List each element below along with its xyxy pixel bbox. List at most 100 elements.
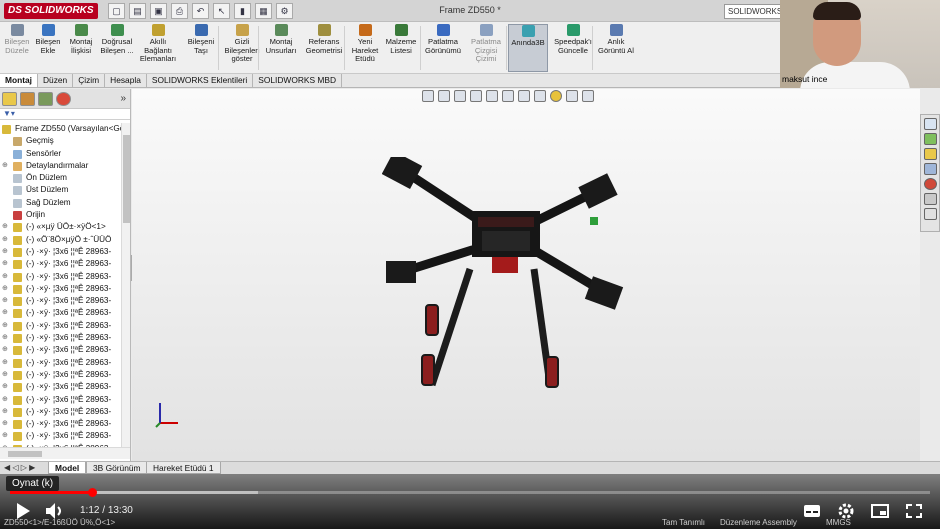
- ribbon-button-8[interactable]: Referans Geometrisi: [302, 24, 346, 72]
- edit-appearance-icon[interactable]: [550, 90, 562, 102]
- expand-node-icon[interactable]: ⊕: [2, 160, 8, 172]
- property-manager-tab-icon[interactable]: [20, 91, 35, 106]
- tree-node[interactable]: Orijin: [0, 209, 121, 221]
- tab-3b-g-r-n-m[interactable]: 3B Görünüm: [86, 462, 148, 474]
- hide-show-items-icon[interactable]: [534, 90, 546, 102]
- ribbon-button-0[interactable]: Bileşen Düzele: [2, 24, 32, 72]
- tree-node[interactable]: ⊕ (-) ·×ÿ· ¦3x6 ¦¦ªÊ 28963-: [0, 381, 121, 393]
- tree-node[interactable]: ⊕ (-) ·×ÿ· ¦3x6 ¦¦ªÊ 28963-: [0, 320, 121, 332]
- expand-node-icon[interactable]: ⊕: [2, 246, 8, 258]
- tree-node[interactable]: ⊕ (-) ·×ÿ· ¦3x6 ¦¦ªÊ 28963-: [0, 283, 121, 295]
- tree-node[interactable]: Sensörler: [0, 148, 121, 160]
- scrubber-handle[interactable]: [87, 488, 97, 497]
- tree-node[interactable]: ⊕ (-) ·×ÿ· ¦3x6 ¦¦ªÊ 28963-: [0, 307, 121, 319]
- play-button[interactable]: [12, 500, 34, 522]
- miniplayer-button[interactable]: [870, 502, 890, 520]
- display-manager-tab-icon[interactable]: [56, 91, 71, 106]
- tab-montaj[interactable]: Montaj: [0, 74, 38, 87]
- expand-panel-icon[interactable]: »: [120, 93, 126, 104]
- tree-node[interactable]: ⊕ (-) ·×ÿ· ¦3x6 ¦¦ªÊ 28963-: [0, 332, 121, 344]
- tree-node[interactable]: ⊕ (-) ·×ÿ· ¦3x6 ¦¦ªÊ 28963-: [0, 258, 121, 270]
- ribbon-button-9[interactable]: Yeni Hareket Etüdü: [349, 24, 381, 72]
- filter-icon[interactable]: ▼▾: [0, 109, 130, 120]
- expand-node-icon[interactable]: ⊕: [2, 295, 8, 307]
- feature-tree-tab-icon[interactable]: [2, 91, 17, 106]
- expand-node-icon[interactable]: ⊕: [2, 430, 8, 442]
- tab--izim[interactable]: Çizim: [73, 74, 106, 87]
- tree-node[interactable]: Ön Düzlem: [0, 172, 121, 184]
- volume-button[interactable]: [44, 500, 66, 522]
- tab-scroll-arrows-icon[interactable]: ◀ ◁ ▷ ▶: [4, 463, 35, 472]
- zoom-to-area-icon[interactable]: [438, 90, 450, 102]
- tree-vertical-scrollbar[interactable]: [121, 123, 130, 447]
- apply-scene-icon[interactable]: [566, 90, 578, 102]
- ribbon-button-14[interactable]: Speedpak'ı Güncelle: [551, 24, 595, 72]
- ribbon-button-1[interactable]: Bileşen Ekle: [33, 24, 63, 72]
- expand-node-icon[interactable]: ⊕: [2, 221, 8, 233]
- section-view-icon[interactable]: [470, 90, 482, 102]
- expand-node-icon[interactable]: ⊕: [2, 357, 8, 369]
- view-palette-icon[interactable]: [923, 163, 937, 175]
- tree-node[interactable]: ⊕ (-) ·×ÿ· ¦3x6 ¦¦ªÊ 28963-: [0, 369, 121, 381]
- tree-node[interactable]: Sağ Düzlem: [0, 197, 121, 209]
- design-library-icon[interactable]: [923, 133, 937, 145]
- custom-properties-icon[interactable]: [923, 193, 937, 205]
- tree-node[interactable]: ⊕ (-) ·×ÿ· ¦3x6 ¦¦ªÊ 28963-: [0, 271, 121, 283]
- tree-node[interactable]: ⊕ Detaylandırmalar: [0, 160, 121, 172]
- tree-node[interactable]: ⊕ (-) «×µÿ ÜÖ±·×ÿÖ<1>: [0, 221, 121, 233]
- expand-node-icon[interactable]: ⊕: [2, 394, 8, 406]
- appearances-icon[interactable]: [923, 178, 937, 190]
- expand-node-icon[interactable]: ⊕: [2, 406, 8, 418]
- graphics-area[interactable]: [132, 89, 920, 461]
- tree-node[interactable]: ⊕ (-) ·×ÿ· ¦3x6 ¦¦ªÊ 28963-: [0, 357, 121, 369]
- tab-solidworks-eklentileri[interactable]: SOLIDWORKS Eklentileri: [147, 74, 254, 87]
- tree-node[interactable]: ⊕ (-) ·×ÿ· ¦3x6 ¦¦ªÊ 28963-: [0, 406, 121, 418]
- ribbon-button-12[interactable]: Patlatma Çizgisi Çizimi: [466, 24, 506, 72]
- tree-node[interactable]: ⊕ (-) ·×ÿ· ¦3x6 ¦¦ªÊ 28963-: [0, 295, 121, 307]
- subtitles-button[interactable]: [802, 502, 822, 520]
- tree-node[interactable]: ⊕ (-) ·×ÿ· ¦3x6 ¦¦ªÊ 28963-: [0, 246, 121, 258]
- tab-model[interactable]: Model: [48, 462, 87, 474]
- tree-node[interactable]: ⊕ (-) ·×ÿ· ¦3x6 ¦¦ªÊ 28963-: [0, 430, 121, 442]
- video-progress-bar[interactable]: [10, 488, 930, 497]
- expand-node-icon[interactable]: ⊕: [2, 271, 8, 283]
- previous-view-icon[interactable]: [454, 90, 466, 102]
- ribbon-button-11[interactable]: Patlatma Görünümü: [422, 24, 464, 72]
- tree-node[interactable]: ⊕ (-) «Ö¨8Ö×µÿÖ ±·ˆÜÜÖ: [0, 234, 121, 246]
- tree-root-assembly[interactable]: Frame ZD550 (Varsayılan<Gö: [0, 123, 121, 135]
- expand-node-icon[interactable]: ⊕: [2, 283, 8, 295]
- expand-node-icon[interactable]: ⊕: [2, 381, 8, 393]
- tab-solidworks-mbd[interactable]: SOLIDWORKS MBD: [253, 74, 342, 87]
- expand-node-icon[interactable]: ⊕: [2, 258, 8, 270]
- configuration-tab-icon[interactable]: [38, 91, 53, 106]
- expand-node-icon[interactable]: ⊕: [2, 320, 8, 332]
- ribbon-button-6[interactable]: Gizli Bileşenleri göster: [224, 24, 260, 72]
- display-style-icon[interactable]: [518, 90, 530, 102]
- expand-node-icon[interactable]: ⊕: [2, 418, 8, 430]
- view-settings-icon[interactable]: [582, 90, 594, 102]
- drone-frame-model[interactable]: [382, 157, 642, 407]
- tree-node[interactable]: ⊕ (-) ·×ÿ· ¦3x6 ¦¦ªÊ 28963-: [0, 344, 121, 356]
- ribbon-button-7[interactable]: Montaj Unsurları: [262, 24, 300, 72]
- expand-node-icon[interactable]: ⊕: [2, 307, 8, 319]
- ribbon-button-13[interactable]: Anında3B: [508, 24, 548, 72]
- tree-node[interactable]: ⊕ (-) ·×ÿ· ¦3x6 ¦¦ªÊ 28963-: [0, 394, 121, 406]
- file-explorer-icon[interactable]: [923, 148, 937, 160]
- ribbon-button-2[interactable]: Montaj İlişkisi: [65, 24, 97, 72]
- tree-node[interactable]: Üst Düzlem: [0, 184, 121, 196]
- solidworks-resources-icon[interactable]: [923, 118, 937, 130]
- tab-hesapla[interactable]: Hesapla: [105, 74, 147, 87]
- zoom-to-fit-icon[interactable]: [422, 90, 434, 102]
- ribbon-button-15[interactable]: Anlık Görüntü Al: [598, 24, 634, 72]
- expand-node-icon[interactable]: ⊕: [2, 369, 8, 381]
- dynamic-annotation-icon[interactable]: [486, 90, 498, 102]
- tree-node[interactable]: Geçmiş: [0, 135, 121, 147]
- expand-node-icon[interactable]: ⊕: [2, 234, 8, 246]
- search-box[interactable]: SOLIDWORKS: [724, 4, 782, 19]
- ribbon-button-3[interactable]: Doğrusal Bileşen ...: [98, 24, 136, 72]
- tab-d-zen[interactable]: Düzen: [38, 74, 74, 87]
- fullscreen-button[interactable]: [904, 502, 924, 520]
- tab-hareket-et-d-1[interactable]: Hareket Etüdü 1: [146, 462, 221, 474]
- ribbon-button-4[interactable]: Akıllı Bağlantı Elemanları: [138, 24, 178, 72]
- settings-button[interactable]: [836, 501, 856, 521]
